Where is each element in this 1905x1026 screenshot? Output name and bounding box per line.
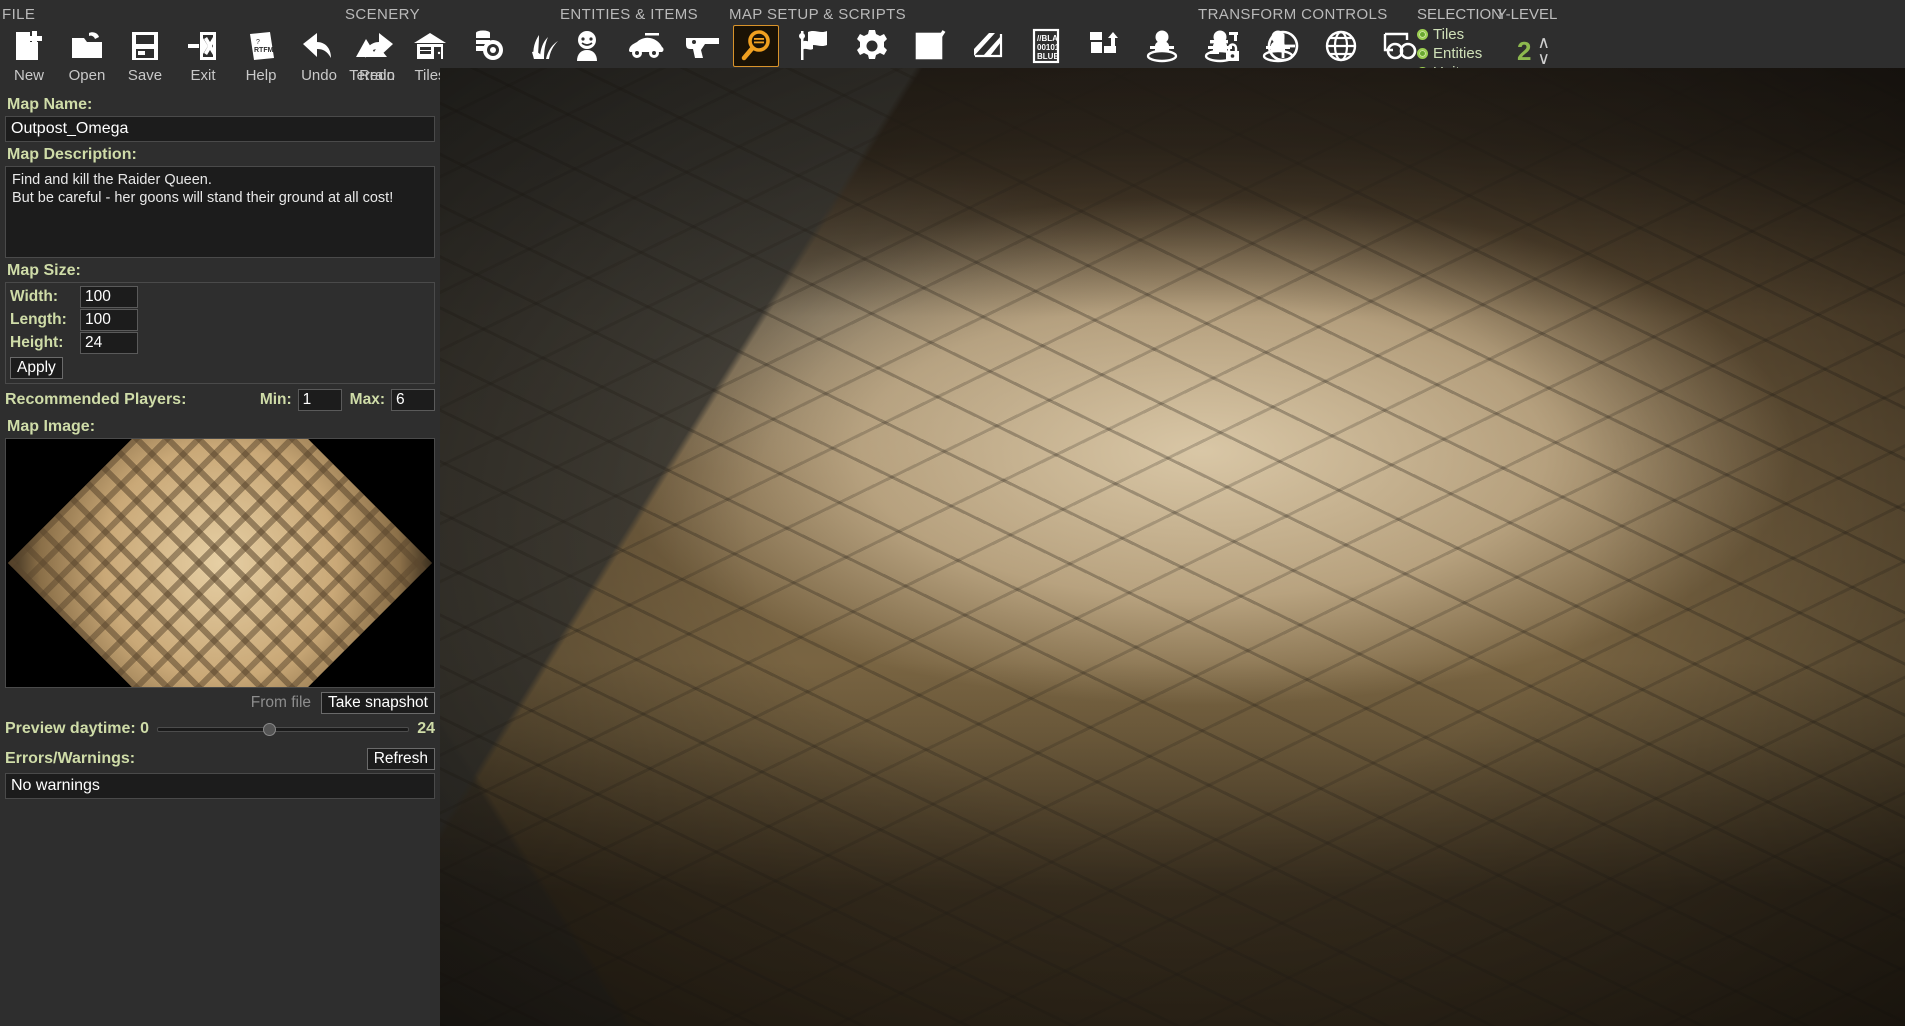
group-title-entities: ENTITIES & ITEMS (560, 6, 699, 23)
daytime-max-label: 24 (417, 720, 435, 737)
toolbar-button-terrain[interactable]: Terrain (343, 23, 401, 83)
map-size-group: Width: Length: Height: Apply (5, 282, 435, 384)
from-file-button[interactable]: From file (245, 693, 317, 713)
flag-icon (791, 25, 837, 67)
map-length-row: Length: (10, 309, 430, 331)
hatched-zone-icon (965, 25, 1011, 67)
apply-button[interactable]: Apply (10, 357, 63, 379)
gridlock-icon (1202, 25, 1248, 67)
map-editor-window: FILE New Open Save Exit ? RTFM Help Undo… (0, 0, 1905, 1026)
daytime-slider-thumb[interactable] (263, 722, 277, 736)
refresh-button[interactable]: Refresh (366, 748, 435, 770)
group-title-transform: TRANSFORM CONTROLS (1198, 6, 1388, 23)
person-icon (564, 25, 610, 67)
map-width-row: Width: (10, 286, 430, 308)
car-icon (622, 25, 668, 67)
map-description-input[interactable]: Find and kill the Raider Queen. But be ca… (5, 166, 435, 258)
map-setup-panel: Map Name: Map Description: Find and kill… (0, 92, 440, 1026)
map-viewport[interactable] (440, 68, 1905, 1026)
snapshot-row: From file Take snapshot (5, 692, 435, 714)
undo-arrow-icon (296, 25, 342, 67)
open-folder-icon (64, 25, 110, 67)
recommended-players-row: Recommended Players: Min: Max: (5, 389, 435, 411)
help-icon-text: RTFM (254, 47, 274, 54)
ylevel-panel: Y-LEVEL 2 ∧ ∨ (1495, 0, 1557, 67)
toolbar-label-open: Open (68, 67, 106, 84)
toolbar-label-help: Help (245, 67, 277, 84)
house-icon (407, 25, 453, 67)
pistol-icon (680, 25, 726, 67)
toolbar-label-new: New (13, 67, 44, 84)
daytime-slider[interactable] (157, 722, 410, 736)
min-players-input[interactable] (297, 389, 342, 411)
path-nodes-icon (1081, 25, 1127, 67)
toolbar-button-help[interactable]: ? RTFM Help (232, 23, 290, 83)
magnifier-setup-icon (733, 25, 779, 67)
map-description-text: Find and kill the Raider Queen. But be ca… (12, 172, 394, 206)
toolbar-button-new[interactable]: New (0, 23, 58, 83)
map-height-row: Height: (10, 332, 430, 354)
radio-icon-tiles[interactable] (1417, 29, 1428, 40)
selection-title: SELECTION (1417, 6, 1503, 23)
toolbar-button-undo[interactable]: Undo (290, 23, 348, 83)
map-height-input[interactable] (80, 332, 138, 354)
toolbar-button-save[interactable]: Save (116, 23, 174, 83)
toolbar-label-exit: Exit (190, 67, 216, 84)
globe-icon (1318, 25, 1364, 67)
toolbar-label-save: Save (127, 67, 163, 84)
ylevel-title: Y-LEVEL (1497, 6, 1558, 23)
take-snapshot-button[interactable]: Take snapshot (321, 692, 435, 714)
errors-warnings-header: Errors/Warnings: Refresh (5, 748, 435, 770)
exit-door-icon (180, 25, 226, 67)
recommended-players-label: Recommended Players: (5, 391, 187, 408)
toolbar-button-exit[interactable]: Exit (174, 23, 232, 83)
map-size-label: Map Size: (7, 262, 81, 279)
map-image-preview[interactable] (5, 438, 435, 688)
minimap-thumbnail (7, 439, 433, 687)
map-length-input[interactable] (80, 309, 138, 331)
svg-text:BLUB: BLUB (1037, 52, 1059, 61)
map-name-label: Map Name: (7, 96, 93, 113)
ylevel-down-icon[interactable]: ∨ (1537, 50, 1549, 67)
map-width-label: Width: (10, 288, 59, 305)
map-description-label: Map Description: (7, 146, 137, 163)
toolbar-button-open[interactable]: Open (58, 23, 116, 83)
toolbar-label-undo: Undo (301, 67, 337, 84)
errors-warnings-label: Errors/Warnings: (5, 750, 136, 767)
toolbar-label-terrain: Terrain (349, 67, 395, 84)
barrel-tire-icon (465, 25, 511, 67)
new-file-icon (6, 25, 52, 67)
selection-label-entities: Entities (1433, 45, 1483, 62)
mountains-icon (349, 25, 395, 67)
min-players-label: Min: (259, 391, 292, 408)
checkmark-box-icon (907, 25, 953, 67)
max-players-label: Max: (349, 391, 385, 408)
help-book-icon: ? RTFM (238, 25, 284, 67)
map-length-label: Length: (10, 311, 67, 328)
selection-label-tiles: Tiles (1433, 26, 1465, 43)
code-page-icon: //BLA 00101 BLUB (1023, 25, 1069, 67)
map-name-input[interactable] (5, 116, 435, 142)
group-title-scenery: SCENERY (345, 6, 421, 23)
preview-daytime-row: Preview daytime: 0 24 (5, 720, 435, 738)
map-height-label: Height: (10, 334, 64, 351)
svg-text:00101: 00101 (1037, 43, 1060, 52)
gear-icon (849, 25, 895, 67)
svg-text:?: ? (256, 39, 260, 46)
center-crosshair-icon (1260, 25, 1306, 67)
svg-text://BLA: //BLA (1037, 34, 1058, 43)
map-image-label: Map Image: (7, 418, 96, 435)
selection-option-entities[interactable]: Entities (1415, 44, 1502, 63)
ylevel-value: 2 (1517, 35, 1532, 66)
floppy-disk-icon (122, 25, 168, 67)
map-width-input[interactable] (80, 286, 138, 308)
viewport-vignette (440, 68, 1905, 1026)
preview-daytime-label: Preview daytime: 0 (5, 720, 150, 737)
max-players-input[interactable] (391, 389, 435, 411)
radio-icon-entities[interactable] (1417, 48, 1428, 59)
selection-option-tiles[interactable]: Tiles (1415, 25, 1502, 44)
warnings-output: No warnings (5, 773, 435, 799)
spawn-person-icon (1139, 25, 1185, 67)
